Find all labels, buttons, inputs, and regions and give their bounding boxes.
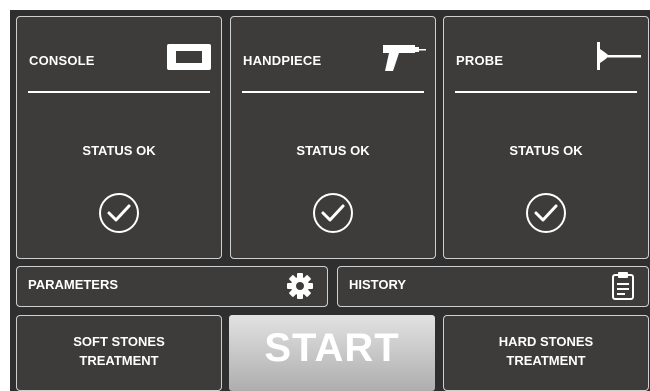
- console-card-title: CONSOLE: [29, 53, 95, 68]
- check-circle-icon: [525, 192, 567, 234]
- probe-card-divider: [455, 91, 637, 93]
- console-status-text: STATUS OK: [82, 143, 156, 158]
- gear-icon: [286, 272, 314, 305]
- hard-stones-label-line1: HARD STONES: [498, 334, 594, 349]
- start-button[interactable]: START: [229, 315, 435, 391]
- probe-status-text: STATUS OK: [509, 143, 583, 158]
- probe-card-title: PROBE: [456, 53, 504, 68]
- hard-stones-treatment-button[interactable]: HARD STONES TREATMENT: [443, 315, 649, 391]
- handpiece-card-divider: [242, 91, 424, 93]
- probe-status-card[interactable]: PROBE STATUS OK: [443, 16, 649, 259]
- soft-stones-label-line2: TREATMENT: [79, 353, 159, 368]
- console-icon: [166, 43, 212, 76]
- handpiece-card-title: HANDPIECE: [243, 53, 322, 68]
- handpiece-status-card[interactable]: HANDPIECE STATUS OK: [230, 16, 436, 259]
- soft-stones-treatment-button[interactable]: SOFT STONES TREATMENT: [16, 315, 222, 391]
- parameters-label: PARAMETERS: [28, 277, 119, 292]
- start-label: START: [264, 326, 400, 370]
- history-label: HISTORY: [349, 277, 407, 292]
- hard-stones-label-line2: TREATMENT: [506, 353, 586, 368]
- history-button[interactable]: HISTORY: [337, 266, 649, 307]
- soft-stones-label: SOFT STONES TREATMENT: [17, 332, 221, 370]
- check-circle-icon: [98, 192, 140, 234]
- probe-icon: [596, 39, 642, 78]
- clipboard-icon: [611, 271, 635, 306]
- soft-stones-label-line1: SOFT STONES: [73, 334, 165, 349]
- check-circle-icon: [312, 192, 354, 234]
- console-card-divider: [28, 91, 210, 93]
- hard-stones-label: HARD STONES TREATMENT: [444, 332, 648, 370]
- handpiece-status-text: STATUS OK: [296, 143, 370, 158]
- parameters-button[interactable]: PARAMETERS: [16, 266, 328, 307]
- handpiece-icon: [381, 41, 427, 78]
- console-status-card[interactable]: CONSOLE STATUS OK: [16, 16, 222, 259]
